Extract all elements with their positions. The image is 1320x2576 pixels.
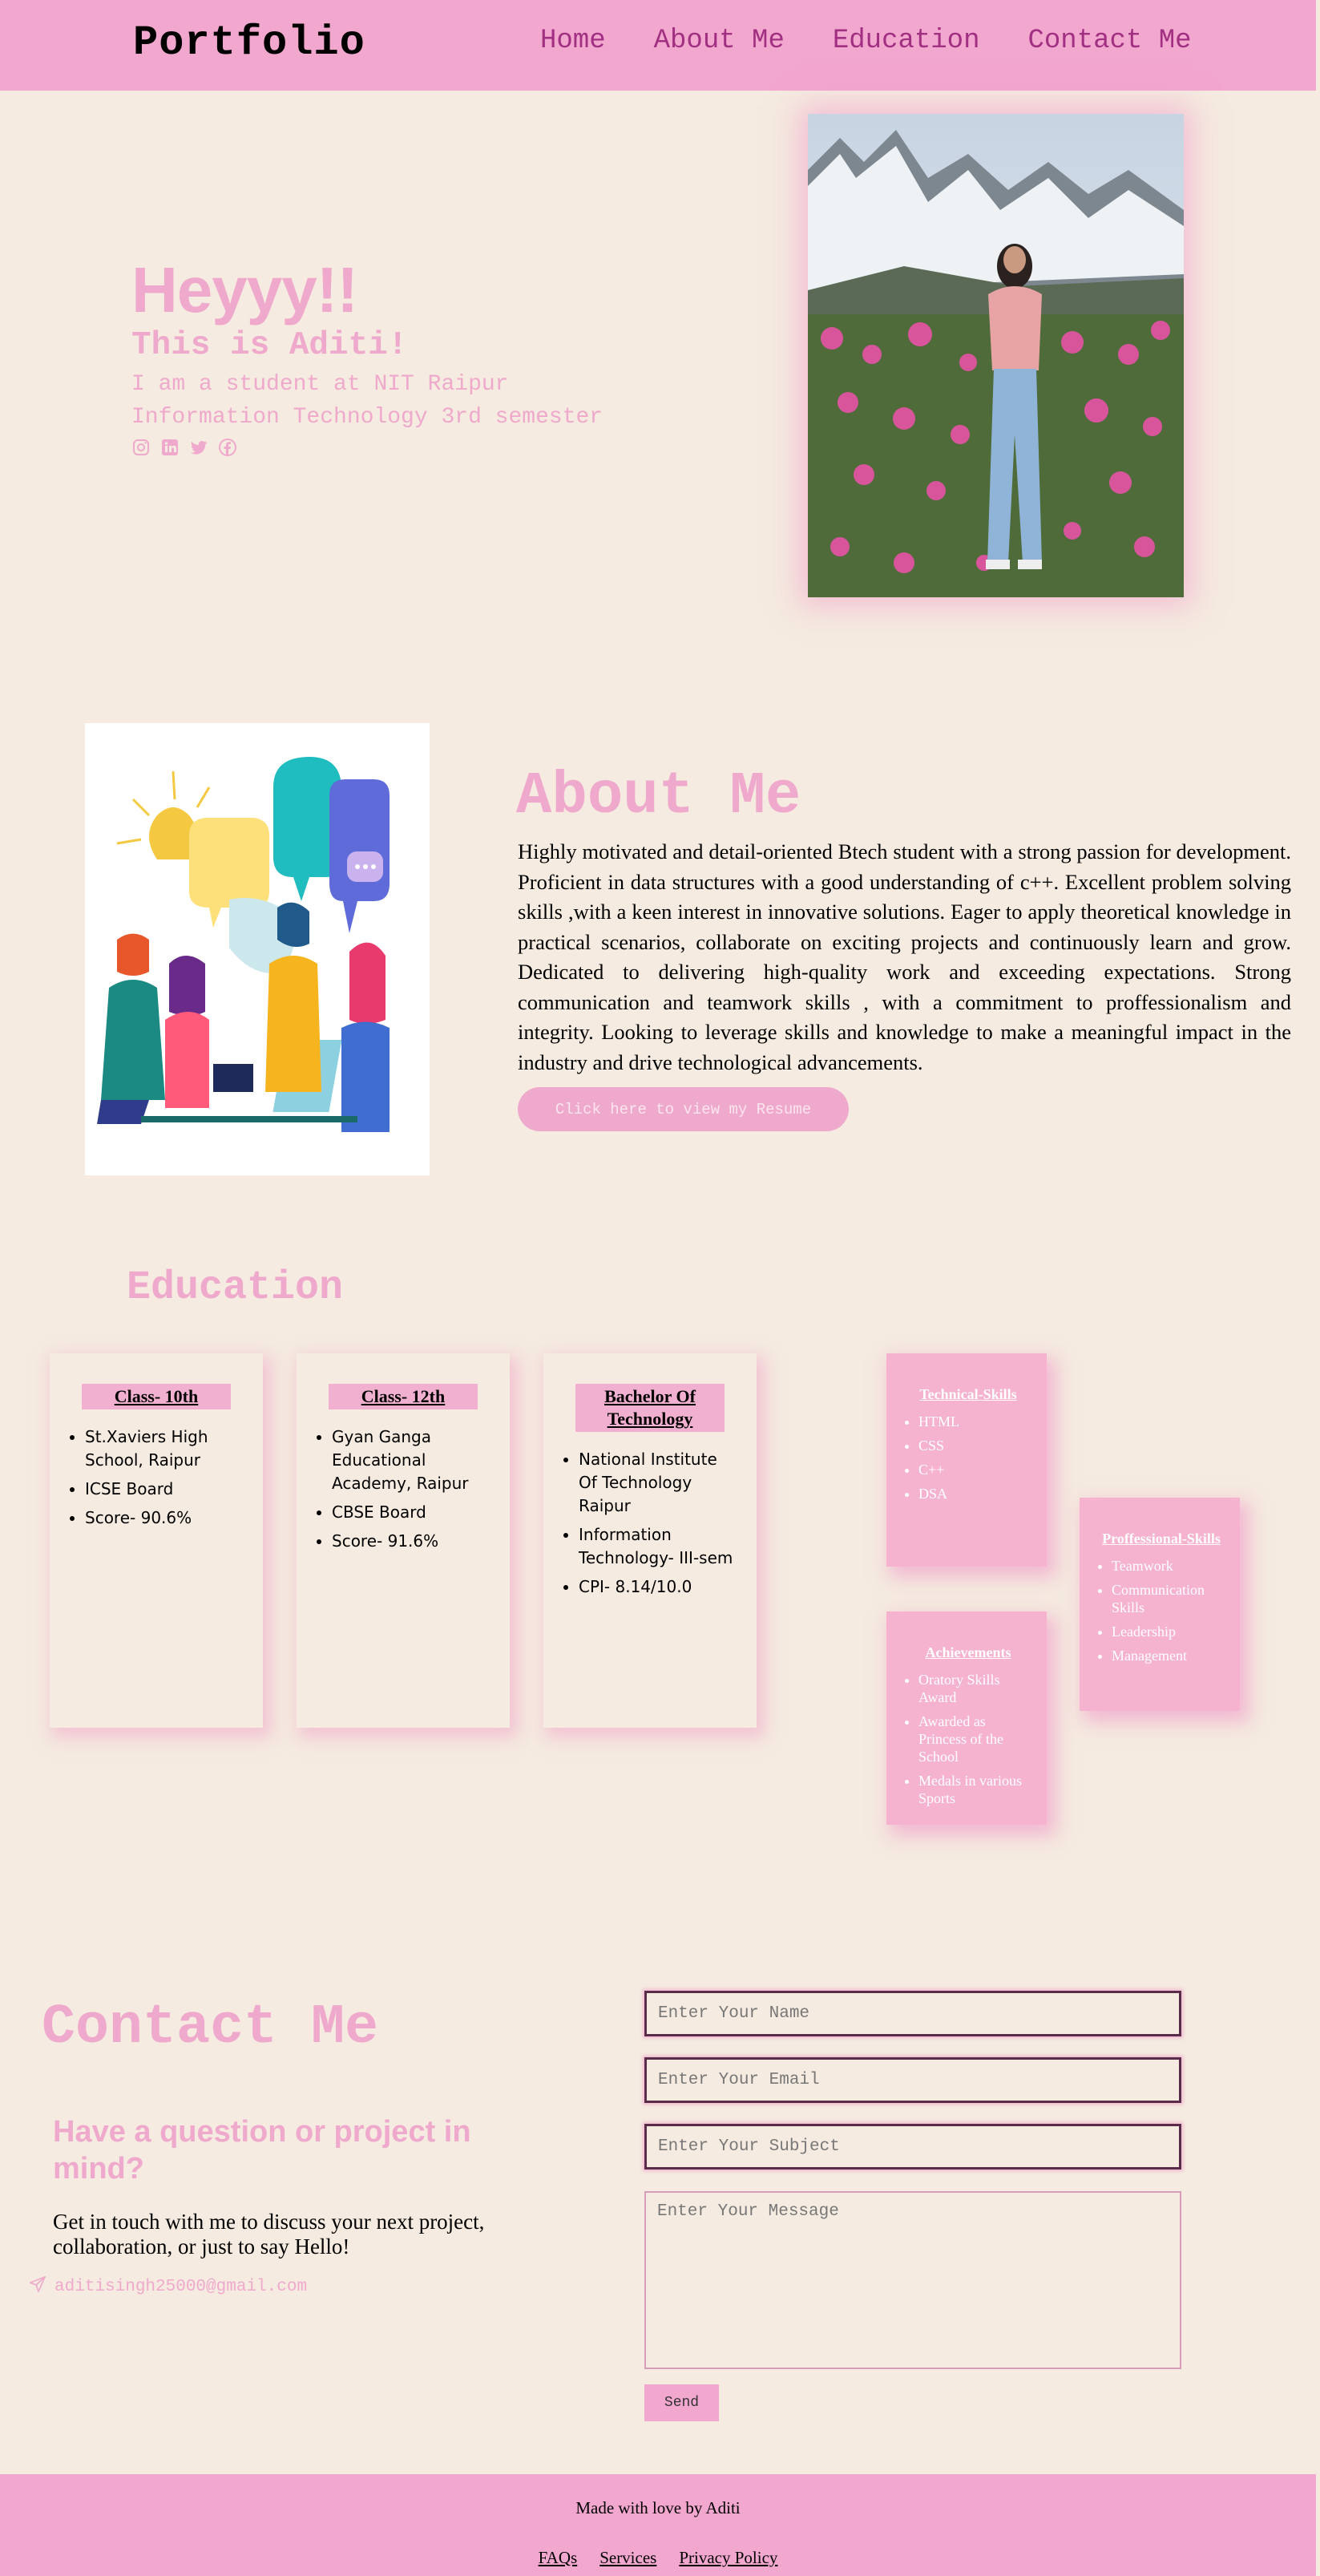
education-card-12th: Class- 12th Gyan Ganga Educational Acade… [297,1353,510,1728]
list-item: Information Technology- III-sem [579,1523,739,1570]
nav-link-contact[interactable]: Contact Me [1028,26,1192,56]
about-description: Highly motivated and detail-oriented Bte… [518,839,1291,1074]
achievements-card: Achievements Oratory Skills Award Awarde… [886,1612,1047,1825]
linkedin-icon[interactable] [160,438,180,457]
education-card-title: Class- 12th [329,1384,478,1409]
list-item: Leadership [1112,1623,1227,1640]
education-card-list: National Institute Of Technology Raipur … [561,1448,739,1599]
education-card-list: Gyan Ganga Educational Academy, Raipur C… [314,1425,492,1553]
list-item: National Institute Of Technology Raipur [579,1448,739,1518]
nav-link-home[interactable]: Home [540,26,606,56]
skill-card-title: Proffessional-Skills [1102,1531,1221,1547]
resume-button[interactable]: Click here to view my Resume [518,1087,849,1131]
list-item: Management [1112,1647,1227,1664]
brand-logo[interactable]: Portfolio [133,19,365,67]
skill-list: Teamwork Communication Skills Leadership… [1096,1557,1227,1664]
footer-link-privacy[interactable]: Privacy Policy [679,2548,777,2568]
list-item: Oratory Skills Award [918,1671,1034,1706]
profile-photo [808,114,1184,597]
hero-name: This is Aditi! [131,327,408,364]
about-illustration [85,723,430,1175]
footer: Made with love by Aditi FAQs Services Pr… [0,2474,1316,2576]
list-item: Score- 90.6% [85,1506,245,1530]
skill-card-title: Technical-Skills [919,1386,1017,1402]
skill-list: Oratory Skills Award Awarded as Princess… [902,1671,1034,1807]
footer-link-faqs[interactable]: FAQs [539,2548,578,2568]
twitter-icon[interactable] [189,438,208,457]
education-card-10th: Class- 10th St.Xaviers High School, Raip… [50,1353,263,1728]
about-title: About Me [516,763,801,831]
nav-links: Home About Me Education Contact Me [540,26,1240,56]
education-title: Education [127,1265,344,1311]
list-item: Communication Skills [1112,1581,1227,1616]
nav-link-about[interactable]: About Me [654,26,785,56]
instagram-icon[interactable] [131,438,151,457]
email-input[interactable] [644,2057,1181,2103]
list-item: Medals in various Sports [918,1772,1034,1807]
contact-subtitle: Have a question or project in mind? [53,2115,471,2186]
contact-email-text[interactable]: aditisingh25000@gmail.com [54,2278,307,2296]
contact-description: Get in touch with me to discuss your nex… [53,2210,485,2259]
list-item: HTML [918,1413,1034,1430]
footer-text: Made with love by Aditi [575,2498,741,2517]
hero-line-2: Information Technology 3rd semester [131,405,603,430]
education-card-title: Bachelor Of Technology [575,1384,725,1432]
list-item: CPI- 8.14/10.0 [579,1575,739,1599]
hero-line-1: I am a student at NIT Raipur [131,372,509,397]
professional-skills-card: Proffessional-Skills Teamwork Communicat… [1080,1498,1240,1711]
skill-card-title: Achievements [925,1644,1011,1660]
list-item: CSS [918,1437,1034,1454]
list-item: C++ [918,1461,1034,1478]
list-item: Score- 91.6% [332,1530,492,1553]
subject-input[interactable] [644,2124,1181,2170]
list-item: CBSE Board [332,1501,492,1524]
message-textarea[interactable] [644,2191,1181,2369]
list-item: Gyan Ganga Educational Academy, Raipur [332,1425,492,1495]
hero-greeting: Heyyy!! [131,254,358,326]
navbar: Portfolio Home About Me Education Contac… [0,0,1316,91]
footer-link-services[interactable]: Services [599,2548,656,2568]
nav-link-education[interactable]: Education [833,26,980,56]
education-card-btech: Bachelor Of Technology National Institut… [543,1353,757,1728]
social-links [131,438,603,457]
list-item: ICSE Board [85,1478,245,1501]
list-item: DSA [918,1485,1034,1502]
send-icon [29,2275,46,2299]
list-item: Teamwork [1112,1557,1227,1575]
contact-email[interactable]: aditisingh25000@gmail.com [29,2275,307,2299]
send-button[interactable]: Send [644,2384,719,2421]
technical-skills-card: Technical-Skills HTML CSS C++ DSA [886,1353,1047,1567]
name-input[interactable] [644,1991,1181,2036]
list-item: Awarded as Princess of the School [918,1713,1034,1765]
skill-list: HTML CSS C++ DSA [902,1413,1034,1502]
footer-links: FAQs Services Privacy Policy [0,2548,1316,2568]
contact-title: Contact Me [42,1996,379,2060]
facebook-icon[interactable] [218,438,237,457]
education-card-title: Class- 10th [82,1384,231,1409]
list-item: St.Xaviers High School, Raipur [85,1425,245,1472]
hero-section: Heyyy!! This is Aditi! I am a student at… [131,258,603,457]
education-card-list: St.Xaviers High School, Raipur ICSE Boar… [67,1425,245,1530]
